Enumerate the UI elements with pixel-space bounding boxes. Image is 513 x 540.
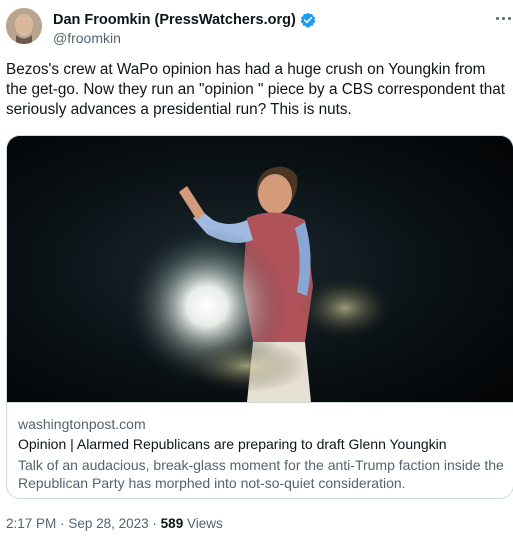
more-options-icon[interactable] — [496, 11, 513, 25]
meta-separator: · — [152, 516, 157, 531]
tweet-meta: 2:17 PM · Sep 28, 2023 · 589 Views — [6, 516, 223, 531]
meta-separator: · — [60, 516, 65, 531]
tweet-time[interactable]: 2:17 PM — [6, 516, 56, 531]
link-card-description: Talk of an audacious, break-glass moment… — [18, 457, 504, 491]
link-card-title: Opinion | Alarmed Republicans are prepar… — [18, 436, 447, 452]
link-card[interactable]: washingtonpost.com Opinion | Alarmed Rep… — [6, 135, 513, 499]
link-card-domain: washingtonpost.com — [18, 416, 146, 432]
link-card-meta[interactable]: washingtonpost.com Opinion | Alarmed Rep… — [7, 402, 513, 498]
views-label: Views — [186, 516, 223, 531]
tweet-date[interactable]: Sep 28, 2023 — [68, 516, 148, 531]
views-count: 589 — [160, 516, 184, 531]
verified-badge-icon[interactable] — [300, 12, 316, 28]
avatar[interactable] — [6, 8, 42, 44]
author-handle[interactable]: @froomkin — [53, 30, 121, 46]
tweet-text: Bezos's crew at WaPo opinion has had a h… — [6, 61, 505, 118]
tweet[interactable]: Dan Froomkin (PressWatchers.org) @froomk… — [0, 0, 513, 540]
link-card-image[interactable] — [7, 136, 513, 402]
author-display-name[interactable]: Dan Froomkin (PressWatchers.org) — [53, 12, 296, 28]
